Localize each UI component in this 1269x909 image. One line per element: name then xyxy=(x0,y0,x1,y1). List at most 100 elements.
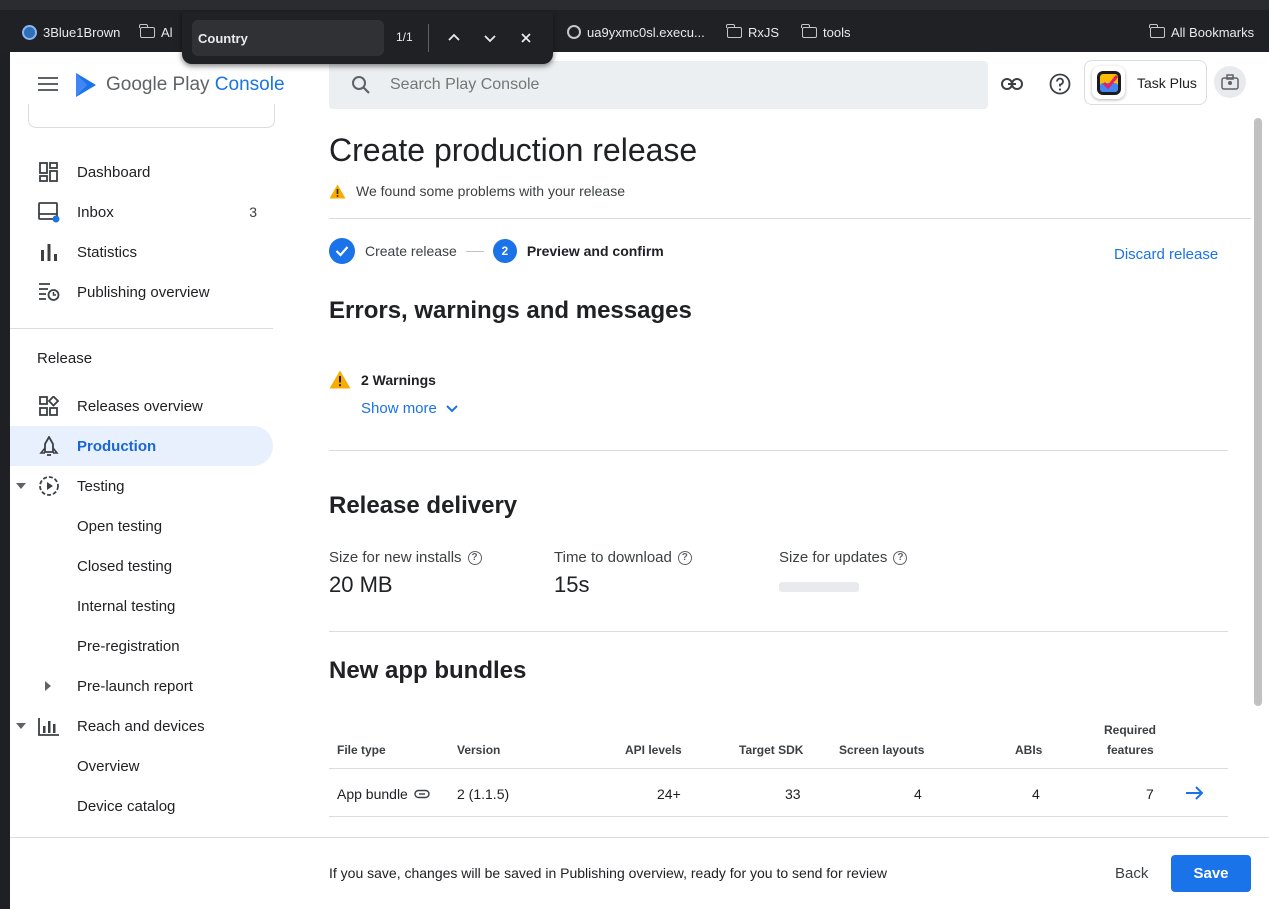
help-icon[interactable]: ? xyxy=(467,550,482,565)
sidebar-item-pre-launch-report[interactable]: Pre-launch report xyxy=(10,666,273,706)
column-header-required-features: Required xyxy=(1104,723,1157,737)
find-close-button[interactable] xyxy=(514,26,538,50)
reach-icon xyxy=(38,715,60,737)
step-complete-check-icon xyxy=(329,238,355,264)
column-header-target-sdk: Target SDK xyxy=(739,743,804,757)
sidebar-item-internal-testing[interactable]: Internal testing xyxy=(10,586,273,626)
column-header-version: Version xyxy=(457,743,501,757)
back-button[interactable]: Back xyxy=(1115,865,1148,882)
close-icon xyxy=(521,33,531,43)
sidebar-item-testing[interactable]: Testing xyxy=(10,466,273,506)
folder-icon xyxy=(801,23,817,38)
inbox-count-badge: 3 xyxy=(249,204,257,220)
find-count: 1/1 xyxy=(396,30,413,44)
bookmark-ua9yxmc0sl[interactable]: ua9yxmc0sl.execu... xyxy=(567,22,705,42)
cell-file-type: App bundle xyxy=(337,786,430,802)
release-problem-notice: We found some problems with your release xyxy=(329,183,625,199)
sidebar-item-statistics[interactable]: Statistics xyxy=(10,232,273,272)
sidebar-item-pre-registration[interactable]: Pre-registration xyxy=(10,626,273,666)
arrow-right-icon[interactable] xyxy=(1185,785,1205,806)
page-title: Create production release xyxy=(329,132,698,168)
expand-caret-icon[interactable] xyxy=(16,483,26,489)
tab-strip xyxy=(0,0,1269,10)
table-row-divider xyxy=(329,816,1228,817)
globe-icon xyxy=(567,25,581,39)
logo-console: Console xyxy=(214,74,284,95)
production-icon xyxy=(38,435,60,457)
sidebar-item-overview[interactable]: Overview xyxy=(10,746,273,786)
release-stepper: Create release 2 Preview and confirm xyxy=(329,238,664,264)
console-search-bar[interactable] xyxy=(329,61,988,109)
menu-icon[interactable] xyxy=(38,77,58,91)
app-switcher[interactable]: Task Plus xyxy=(1084,60,1207,105)
sidebar-item-open-testing[interactable]: Open testing xyxy=(10,506,273,546)
app-search-field[interactable] xyxy=(28,104,275,128)
sidebar-item-label: Releases overview xyxy=(77,397,203,415)
attachment-icon xyxy=(414,789,430,799)
discard-release-button[interactable]: Discard release xyxy=(1114,246,1218,263)
sidebar-item-label: Testing xyxy=(77,477,125,495)
play-console-logo[interactable]: Google Play Console xyxy=(74,72,284,98)
publishing-icon xyxy=(38,281,60,303)
save-button[interactable]: Save xyxy=(1171,855,1251,892)
new-app-bundles-heading: New app bundles xyxy=(329,657,527,684)
bookmark-al[interactable]: Al xyxy=(139,22,173,42)
find-input[interactable] xyxy=(192,20,384,56)
search-icon xyxy=(352,76,370,94)
errors-heading: Errors, warnings and messages xyxy=(329,297,692,324)
step-create-release[interactable]: Create release xyxy=(365,243,457,259)
sidebar-item-closed-testing[interactable]: Closed testing xyxy=(10,546,273,586)
bookmark-label: tools xyxy=(823,24,851,40)
step-preview-and-confirm: Preview and confirm xyxy=(526,243,664,259)
cell-abis: 4 xyxy=(1032,786,1040,802)
sidebar-item-label: Device catalog xyxy=(77,797,176,815)
inbox-icon xyxy=(38,201,60,223)
vertical-scrollbar[interactable] xyxy=(1254,118,1262,706)
find-next-button[interactable] xyxy=(478,26,502,50)
metric-time-to-download: Time to download? 15s xyxy=(554,549,692,598)
warnings-count: 2 Warnings xyxy=(361,371,436,388)
bookmark-label: ua9yxmc0sl.execu... xyxy=(587,24,705,40)
help-icon[interactable] xyxy=(1048,72,1072,96)
sidebar-item-reach-and-devices[interactable]: Reach and devices xyxy=(10,706,273,746)
sidebar-item-releases-overview[interactable]: Releases overview xyxy=(10,386,273,426)
show-more-button[interactable]: Show more xyxy=(361,400,459,417)
sidebar-item-dashboard[interactable]: Dashboard xyxy=(10,152,273,192)
save-message: If you save, changes will be saved in Pu… xyxy=(329,865,887,881)
sidebar-item-production[interactable]: Production xyxy=(10,426,273,466)
find-bar: 1/1 xyxy=(182,12,553,64)
cell-screen-layouts: 4 xyxy=(914,786,922,802)
metric-size-for-updates: Size for updates? xyxy=(779,549,908,592)
sidebar-item-label: Internal testing xyxy=(77,597,176,615)
find-previous-button[interactable] xyxy=(442,26,466,50)
find-separator xyxy=(428,24,429,52)
expand-caret-icon[interactable] xyxy=(16,723,26,729)
title-divider xyxy=(329,218,1251,219)
chevron-up-icon xyxy=(448,33,460,41)
bookmark-rxjs[interactable]: RxJS xyxy=(726,22,779,42)
account-icon[interactable] xyxy=(1214,66,1246,98)
bookmark-tools[interactable]: tools xyxy=(801,22,851,42)
bookmark-all[interactable]: All Bookmarks xyxy=(1149,22,1254,42)
help-icon[interactable]: ? xyxy=(893,550,908,565)
sidebar-item-label: Dashboard xyxy=(77,163,151,181)
bookmark-3blue1brown[interactable]: 3Blue1Brown xyxy=(22,22,120,42)
warning-icon xyxy=(329,184,346,198)
help-icon[interactable]: ? xyxy=(677,550,692,565)
find-field-group xyxy=(192,20,567,56)
search-input[interactable] xyxy=(390,76,950,94)
folder-icon xyxy=(726,23,742,38)
chevron-down-icon xyxy=(446,404,458,412)
bookmark-label: 3Blue1Brown xyxy=(43,24,121,40)
app-name: Task Plus xyxy=(1137,75,1197,91)
logo-google-play: Google Play xyxy=(106,74,210,95)
sidebar-item-publishing-overview[interactable]: Publishing overview xyxy=(10,272,273,312)
column-header-required-features-2: features xyxy=(1107,743,1154,757)
chevron-right-icon[interactable] xyxy=(45,681,51,691)
link-icon[interactable] xyxy=(1000,72,1024,96)
warnings-summary: 2 Warnings xyxy=(329,370,436,389)
step-number: 2 xyxy=(492,239,517,263)
sidebar-item-inbox[interactable]: Inbox 3 xyxy=(10,192,273,232)
sidebar-item-device-catalog[interactable]: Device catalog xyxy=(10,786,273,826)
testing-icon xyxy=(38,475,60,497)
